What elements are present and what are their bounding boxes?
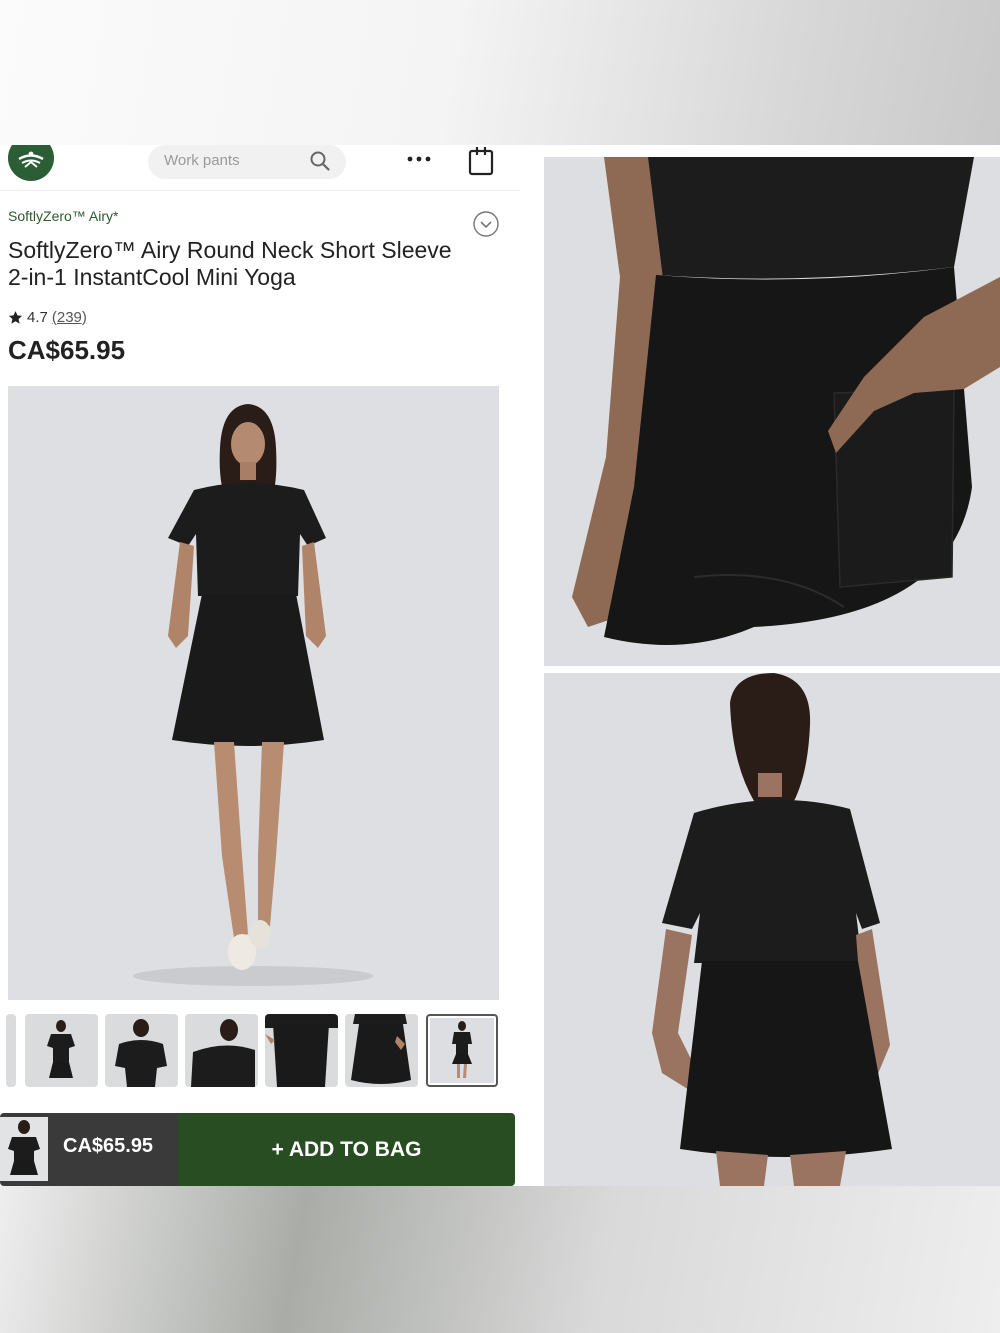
brand-logo-icon[interactable] [8, 145, 54, 181]
collage: Work pants SoftlyZero™ Airy* SoftlyZero™… [0, 145, 1000, 1186]
bottom-bar-price: CA$65.95 [63, 1135, 154, 1157]
thumbnail[interactable] [25, 1014, 98, 1087]
rating-value: 4.7 [27, 308, 48, 326]
thumbnail[interactable] [345, 1014, 418, 1087]
thumbnail-strip [6, 1014, 503, 1088]
product-price: CA$65.95 [8, 335, 126, 365]
detail-image-pocket [544, 157, 1000, 666]
blurred-background-top [0, 0, 1000, 145]
brand-label[interactable]: SoftlyZero™ Airy* [8, 208, 118, 224]
search-bar[interactable]: Work pants [148, 145, 346, 179]
product-title: SoftlyZero™ Airy Round Neck Short Sleeve… [8, 237, 452, 290]
review-count-link[interactable]: (239) [52, 309, 87, 326]
price-summary: CA$65.95 [0, 1113, 178, 1186]
thumbnail[interactable] [105, 1014, 178, 1087]
blurred-background-bottom [0, 1186, 1000, 1333]
thumbnail[interactable] [185, 1014, 258, 1087]
search-input[interactable]: Work pants [164, 152, 240, 169]
shopping-bag-icon[interactable] [466, 145, 496, 177]
top-bar: Work pants [0, 145, 520, 191]
cart-thumbnail-image [0, 1117, 48, 1181]
more-horizontal-icon[interactable] [404, 149, 434, 169]
thumbnail-selected[interactable] [426, 1014, 498, 1087]
chevron-circle-icon[interactable] [472, 210, 500, 238]
star-icon [8, 310, 23, 324]
sticky-bottom-bar: CA$65.95 + ADD TO BAG [0, 1113, 515, 1186]
main-product-image[interactable] [8, 386, 499, 1000]
thumbnail[interactable] [6, 1014, 16, 1087]
detail-image-back-view [544, 673, 1000, 1186]
app-screenshot: Work pants SoftlyZero™ Airy* SoftlyZero™… [0, 145, 520, 1186]
search-icon[interactable] [308, 149, 332, 173]
rating[interactable]: 4.7 (239) [8, 306, 87, 328]
add-to-bag-button[interactable]: + ADD TO BAG [178, 1113, 515, 1186]
thumbnail[interactable] [265, 1014, 338, 1087]
